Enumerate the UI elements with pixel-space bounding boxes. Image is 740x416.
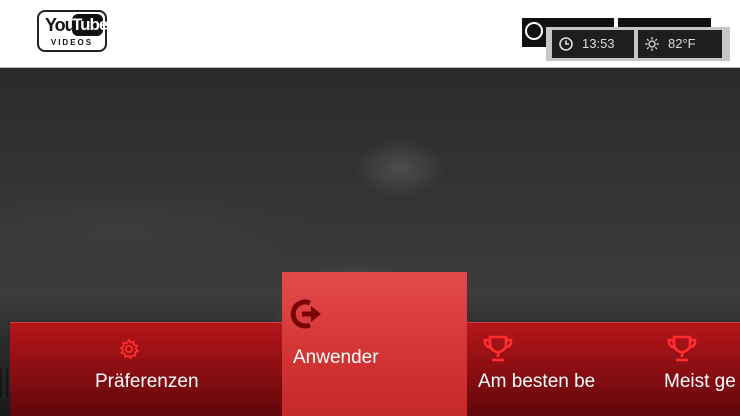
menu-item-most-viewed[interactable]: Meist ge bbox=[660, 325, 740, 405]
logo-text-you: You bbox=[45, 15, 76, 35]
trophy-icon bbox=[667, 335, 697, 362]
youtube-tv-screen: You Tube VIDEOS 13:53 82°F Präferenzen A… bbox=[0, 0, 740, 416]
time-display: 13:53 bbox=[552, 30, 634, 58]
sun-icon bbox=[645, 37, 659, 51]
menu-item-label: Meist ge bbox=[664, 371, 736, 392]
menu-item-user[interactable]: Anwender bbox=[282, 272, 467, 416]
trophy-icon bbox=[483, 335, 513, 362]
status-panel: 13:53 82°F bbox=[546, 27, 730, 61]
gear-icon bbox=[119, 338, 140, 360]
youtube-videos-logo: You Tube VIDEOS bbox=[37, 10, 108, 52]
header-bar: You Tube VIDEOS 13:53 82°F bbox=[0, 0, 740, 68]
menu-item-label: Präferenzen bbox=[95, 371, 199, 392]
menu-item-label: Anwender bbox=[293, 347, 379, 368]
clock-icon bbox=[525, 22, 543, 40]
time-text: 13:53 bbox=[582, 36, 615, 51]
logo-text-videos: VIDEOS bbox=[50, 38, 94, 47]
clock-icon bbox=[559, 37, 573, 51]
menu-item-preferences[interactable]: Präferenzen bbox=[95, 325, 255, 405]
menu-item-top-rated[interactable]: Am besten be bbox=[474, 325, 644, 405]
menu-item-label: Am besten be bbox=[478, 371, 596, 392]
logo-text-tube: Tube bbox=[72, 14, 108, 36]
weather-display: 82°F bbox=[638, 30, 722, 58]
temperature-text: 82°F bbox=[668, 36, 696, 51]
login-arrow-icon bbox=[290, 299, 321, 329]
